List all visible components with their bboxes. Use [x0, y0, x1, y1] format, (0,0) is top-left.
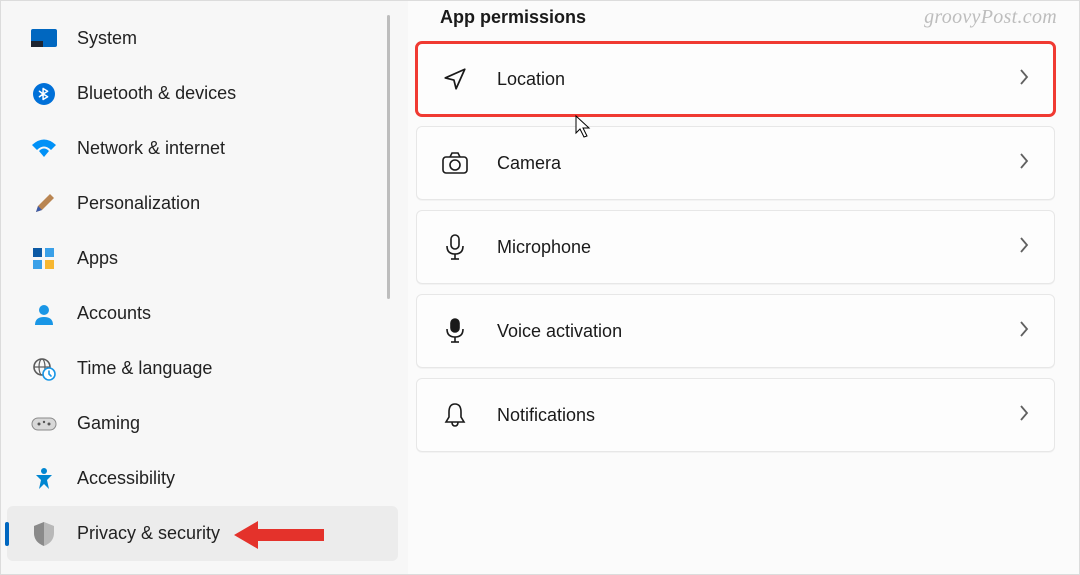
card-label: Location [497, 69, 1018, 90]
sidebar-item-gaming[interactable]: Gaming [1, 396, 408, 451]
bluetooth-icon [31, 81, 57, 107]
main-panel: groovyPost.com App permissions Location … [408, 1, 1079, 574]
clock-globe-icon [31, 356, 57, 382]
sidebar-item-label: Time & language [77, 358, 212, 379]
card-label: Voice activation [497, 321, 1018, 342]
sidebar-item-label: Accessibility [77, 468, 175, 489]
apps-icon [31, 246, 57, 272]
gamepad-icon [31, 411, 57, 437]
bell-icon [441, 401, 469, 429]
chevron-right-icon [1018, 404, 1030, 427]
sidebar-item-system[interactable]: System [1, 11, 408, 66]
permission-card-voice-activation[interactable]: Voice activation [416, 294, 1055, 368]
card-label: Notifications [497, 405, 1018, 426]
permission-card-camera[interactable]: Camera [416, 126, 1055, 200]
sidebar-item-label: Gaming [77, 413, 140, 434]
permission-card-notifications[interactable]: Notifications [416, 378, 1055, 452]
watermark: groovyPost.com [924, 6, 1057, 29]
accessibility-icon [31, 466, 57, 492]
camera-icon [441, 149, 469, 177]
sidebar-item-accessibility[interactable]: Accessibility [1, 451, 408, 506]
sidebar-item-privacy-security[interactable]: Privacy & security [7, 506, 398, 561]
wifi-icon [31, 136, 57, 162]
shield-icon [31, 521, 57, 547]
person-icon [31, 301, 57, 327]
sidebar-item-label: Privacy & security [77, 523, 220, 544]
sidebar-item-network[interactable]: Network & internet [1, 121, 408, 176]
chevron-right-icon [1018, 320, 1030, 343]
card-label: Microphone [497, 237, 1018, 258]
permission-card-microphone[interactable]: Microphone [416, 210, 1055, 284]
sidebar-item-label: Apps [77, 248, 118, 269]
sidebar-item-bluetooth[interactable]: Bluetooth & devices [1, 66, 408, 121]
settings-window: System Bluetooth & devices Network & int… [0, 0, 1080, 575]
brush-icon [31, 191, 57, 217]
sidebar-item-label: Accounts [77, 303, 151, 324]
card-label: Camera [497, 153, 1018, 174]
sidebar-item-label: Network & internet [77, 138, 225, 159]
sidebar-item-label: Bluetooth & devices [77, 83, 236, 104]
voice-icon [441, 317, 469, 345]
sidebar-item-accounts[interactable]: Accounts [1, 286, 408, 341]
sidebar: System Bluetooth & devices Network & int… [1, 1, 408, 574]
sidebar-item-personalization[interactable]: Personalization [1, 176, 408, 231]
location-icon [441, 65, 469, 93]
sidebar-item-time-language[interactable]: Time & language [1, 341, 408, 396]
microphone-icon [441, 233, 469, 261]
chevron-right-icon [1018, 152, 1030, 175]
sidebar-item-label: System [77, 28, 137, 49]
permission-card-location[interactable]: Location [416, 42, 1055, 116]
chevron-right-icon [1018, 236, 1030, 259]
sidebar-item-label: Personalization [77, 193, 200, 214]
system-icon [31, 26, 57, 52]
sidebar-item-apps[interactable]: Apps [1, 231, 408, 286]
chevron-right-icon [1018, 68, 1030, 91]
